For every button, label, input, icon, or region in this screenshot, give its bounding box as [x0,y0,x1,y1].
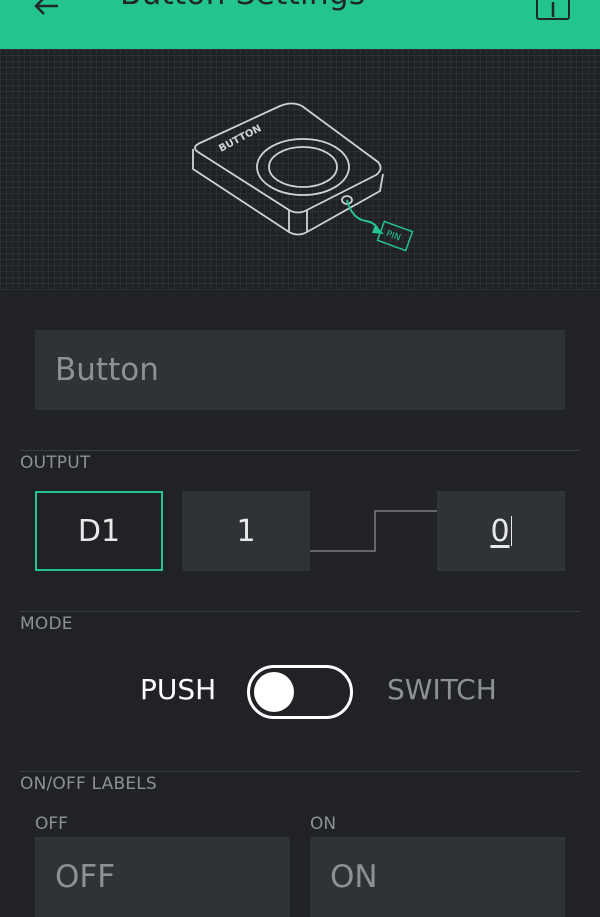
high-value-text: 1 [236,513,256,549]
labels-section-label: ON/OFF LABELS [20,774,157,794]
back-button[interactable] [30,0,64,20]
button-device-illustration: BUTTON PIN [192,102,414,252]
mode-section-label: MODE [20,614,73,634]
push-mode-label[interactable]: PUSH [140,673,216,706]
signal-waveform-icon [310,510,438,552]
widget-preview: BUTTON PIN [0,49,600,290]
page-title: Button Settings [120,0,365,12]
switch-mode-label[interactable]: SWITCH [387,673,497,706]
output-divider [20,450,580,451]
on-label-input[interactable]: ON [310,837,565,917]
widget-name-input[interactable]: Button [35,330,565,410]
toggle-knob [254,672,294,712]
off-label-caption: OFF [35,814,68,834]
mode-toggle[interactable] [247,665,353,719]
high-value-input[interactable]: 1 [182,491,310,571]
on-label-caption: ON [310,814,337,834]
output-pin-select[interactable]: D1 [35,491,163,571]
info-icon [551,2,555,17]
pin-label: PIN [384,229,401,243]
text-cursor [510,516,512,546]
output-pin-value: D1 [77,513,121,549]
low-value-text: 0 [490,513,510,549]
off-label-input[interactable]: OFF [35,837,290,917]
app-bar: Button Settings [0,0,600,49]
labels-divider [20,771,580,772]
low-value-input[interactable]: 0 [437,491,565,571]
info-button[interactable] [536,0,570,20]
mode-divider [20,611,580,612]
output-section-label: OUTPUT [20,453,91,473]
device-label: BUTTON [217,123,263,155]
arrow-left-icon [34,0,58,15]
